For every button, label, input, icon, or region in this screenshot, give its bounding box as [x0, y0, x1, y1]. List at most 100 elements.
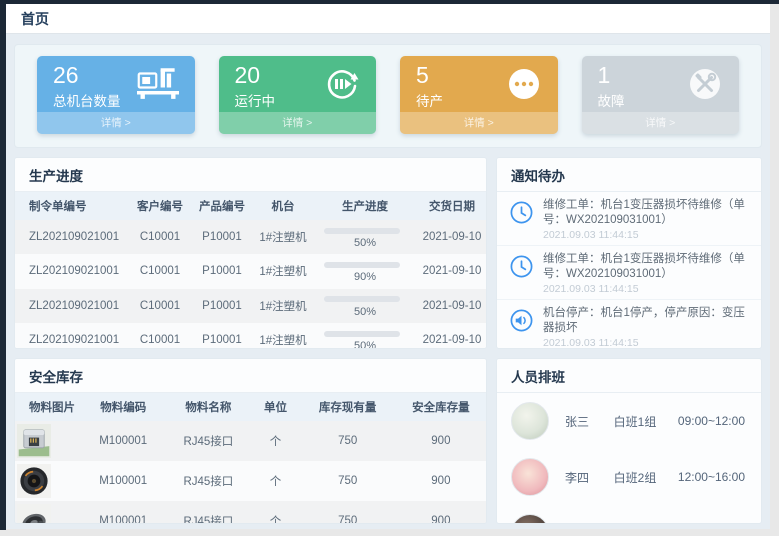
tools-icon	[687, 66, 723, 107]
notification-item[interactable]: 机台停产：机台1停产，停产原因：变压器损坏 2021.09.03 11:44:1…	[497, 300, 761, 348]
notification-text: 维修工单：机台1变压器损坏待维修（单号：WX202109031001）	[543, 252, 751, 282]
card-value: 26	[53, 62, 121, 88]
notifications-panel: 通知待办 维修工单：机台1变压器损坏待维修（单号：WX202109031001）…	[496, 157, 762, 349]
card-total-machines[interactable]: 26 总机台数量	[37, 56, 195, 134]
person-time: 09:00~12:00	[678, 414, 745, 428]
product-cell: P10001	[191, 323, 253, 350]
date-cell: 2021-09-10	[417, 289, 487, 323]
table-row: M100001 RJ45接口 个 750 900	[15, 461, 486, 501]
progress-bar	[324, 296, 400, 302]
table-row: ZL202109021001 C10001 P10001 1#注塑机 50% 2…	[15, 220, 487, 254]
notification-time: 2021.09.03 11:44:15	[543, 229, 751, 241]
progress-bar	[324, 262, 400, 268]
date-cell: 2021-09-10	[417, 323, 487, 350]
progress-cell: 50%	[313, 323, 417, 350]
schedule-row: 李四 白班2组 12:00~16:00	[497, 449, 761, 505]
product-cell: P10001	[191, 289, 253, 323]
progress-label: 50%	[354, 340, 376, 350]
schedule-panel: 人员排班 张三 白班1组 09:00~12:00 李四 白班2组 12:	[496, 358, 762, 524]
stock-cell: 750	[300, 501, 396, 524]
card-body: 1 故障	[582, 56, 740, 112]
name-cell: RJ45接口	[165, 501, 251, 524]
person-shift: 白班2组	[614, 469, 678, 486]
notification-text: 维修工单：机台1变压器损坏待维修（单号：WX202109031001）	[543, 198, 751, 228]
notification-time: 2021.09.03 11:44:15	[543, 337, 751, 348]
person-shift: 白班1组	[614, 413, 678, 430]
card-waiting[interactable]: 5 待产 详情 >	[400, 56, 558, 134]
card-value: 1	[598, 62, 625, 88]
notification-list: 维修工单：机台1变压器损坏待维修（单号：WX202109031001） 2021…	[497, 192, 761, 348]
person-name: 李四	[565, 469, 614, 486]
machine-cell: 1#注塑机	[253, 323, 313, 350]
code-cell: M100001	[81, 421, 165, 461]
col-header: 交货日期	[417, 192, 487, 220]
person-name: 张三	[565, 413, 614, 430]
table-row: ZL202109021001 C10001 P10001 1#注塑机 90% 2…	[15, 254, 487, 288]
col-header: 客户编号	[129, 192, 191, 220]
col-header: 物料名称	[165, 393, 251, 421]
table-row: M100001 RJ45接口 个 750 900	[15, 421, 486, 461]
card-fault[interactable]: 1 故障 详情 >	[582, 56, 740, 134]
notification-time: 2021.09.03 11:44:15	[543, 283, 751, 295]
card-body: 5 待产	[400, 56, 558, 112]
order-cell: ZL202109021001	[15, 220, 129, 254]
main-area: 首页 26 总机台数量	[6, 4, 770, 529]
unit-cell: 个	[251, 461, 299, 501]
page-header: 首页	[6, 4, 770, 34]
production-panel: 生产进度 制令单编号 客户编号 产品编号 机台 生产进度 交货日期	[14, 157, 487, 349]
order-cell: ZL202109021001	[15, 289, 129, 323]
customer-cell: C10001	[129, 254, 191, 288]
tab-home[interactable]: 首页	[21, 9, 49, 29]
card-body: 26 总机台数量	[37, 56, 195, 112]
card-detail-link[interactable]: 详情 >	[400, 112, 558, 134]
card-detail-link[interactable]: 详情 >	[219, 112, 377, 134]
avatar	[511, 402, 549, 440]
inventory-title: 安全库存	[15, 359, 486, 393]
safety-cell: 900	[396, 501, 486, 524]
stock-cell: 750	[300, 461, 396, 501]
safety-cell: 900	[396, 421, 486, 461]
avatar	[511, 458, 549, 496]
col-header: 库存现有量	[300, 393, 396, 421]
card-value: 5	[416, 62, 443, 88]
machine-cell: 1#注塑机	[253, 220, 313, 254]
notification-item[interactable]: 维修工单：机台1变压器损坏待维修（单号：WX202109031001） 2021…	[497, 192, 761, 246]
progress-cell: 50%	[313, 220, 417, 254]
speaker-icon	[509, 306, 535, 348]
app-window: 首页 26 总机台数量	[0, 0, 779, 536]
col-header: 制令单编号	[15, 192, 129, 220]
ellipsis-icon	[506, 66, 542, 107]
col-header: 机台	[253, 192, 313, 220]
date-cell: 2021-09-10	[417, 220, 487, 254]
customer-cell: C10001	[129, 220, 191, 254]
notification-text: 机台停产：机台1停产，停产原因：变压器损坏	[543, 306, 751, 336]
inventory-panel: 安全库存 物料图片 物料编码 物料名称 单位 库存现有量 安全库存量	[14, 358, 487, 524]
avatar	[511, 514, 549, 524]
code-cell: M100001	[81, 461, 165, 501]
name-cell: RJ45接口	[165, 461, 251, 501]
card-running[interactable]: 20 运行中 详情 >	[219, 56, 377, 134]
name-cell: RJ45接口	[165, 421, 251, 461]
machine-icon	[137, 68, 179, 105]
progress-label: 50%	[354, 306, 376, 318]
table-row: ZL202109021001 C10001 P10001 1#注塑机 50% 2…	[15, 289, 487, 323]
card-detail-link[interactable]: 详情 >	[37, 112, 195, 134]
clock-icon	[509, 198, 535, 241]
table-header-row: 制令单编号 客户编号 产品编号 机台 生产进度 交货日期	[15, 192, 487, 220]
card-label: 运行中	[235, 90, 276, 110]
notification-item[interactable]: 维修工单：机台1变压器损坏待维修（单号：WX202109031001） 2021…	[497, 246, 761, 300]
safety-cell: 900	[396, 461, 486, 501]
card-label: 故障	[598, 90, 625, 110]
running-icon	[324, 66, 360, 107]
production-table: 制令单编号 客户编号 产品编号 机台 生产进度 交货日期 ZL202109021…	[15, 192, 487, 349]
card-label: 待产	[416, 90, 443, 110]
col-header: 物料编码	[81, 393, 165, 421]
col-header: 产品编号	[191, 192, 253, 220]
notifications-title: 通知待办	[497, 158, 761, 192]
product-cell: P10001	[191, 254, 253, 288]
progress-label: 90%	[354, 271, 376, 283]
material-image-cell	[15, 461, 81, 501]
date-cell: 2021-09-10	[417, 254, 487, 288]
card-detail-link[interactable]: 详情 >	[582, 112, 740, 134]
dashboard-grid: 生产进度 制令单编号 客户编号 产品编号 机台 生产进度 交货日期	[14, 157, 762, 524]
